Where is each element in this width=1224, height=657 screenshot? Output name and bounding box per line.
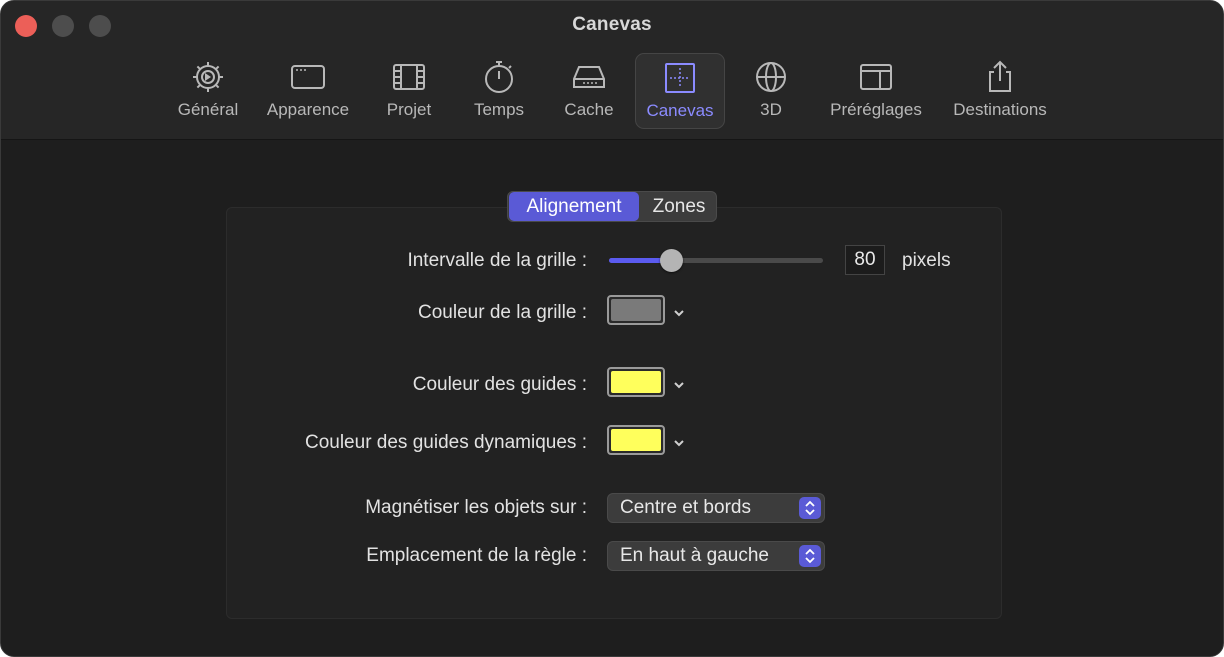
guide-color-fill [611, 371, 661, 393]
tab-label: Cache [564, 100, 614, 119]
snap-objects-value: Centre et bords [620, 497, 751, 518]
chevron-down-icon[interactable] [672, 378, 686, 392]
tab-label: Temps [473, 100, 525, 119]
ruler-location-value: En haut à gauche [620, 545, 769, 566]
segment-zones[interactable]: Zones [642, 192, 716, 221]
dynamic-guide-color-label: Couleur des guides dynamiques : [304, 432, 587, 453]
segment-alignment[interactable]: Alignement [509, 192, 639, 221]
toolbar: Canevas Général Apparence Projet Temps C… [1, 1, 1223, 140]
grid-color-well[interactable] [607, 295, 665, 325]
tab-time[interactable]: Temps [463, 53, 535, 129]
tab-label: Projet [386, 100, 432, 119]
tab-presets[interactable]: Préréglages [821, 53, 931, 129]
canvas-icon [665, 63, 695, 93]
tab-label: Préréglages [830, 100, 922, 119]
updown-arrows-icon [799, 545, 821, 567]
tab-cache[interactable]: Cache [553, 53, 625, 129]
grid-spacing-label: Intervalle de la grille : [407, 250, 587, 271]
dynamic-guide-color-well[interactable] [607, 425, 665, 455]
grid-spacing-slider-thumb[interactable] [660, 249, 684, 272]
snap-objects-label: Magnétiser les objets sur : [365, 497, 587, 518]
tab-appearance[interactable]: Apparence [257, 53, 359, 129]
preferences-window: Canevas Général Apparence Projet Temps C… [0, 0, 1224, 657]
tab-destinations[interactable]: Destinations [943, 53, 1057, 129]
sphere-icon [756, 62, 786, 92]
tab-label: Canevas [646, 101, 714, 120]
presets-icon [860, 64, 892, 90]
tab-label: 3D [760, 100, 782, 119]
ruler-location-popup[interactable]: En haut à gauche [607, 541, 825, 571]
guide-color-label: Couleur des guides : [412, 374, 587, 395]
tab-canvas[interactable]: Canevas [635, 53, 725, 129]
chevron-down-icon[interactable] [672, 306, 686, 320]
tab-label: Destinations [953, 100, 1047, 119]
stopwatch-icon [485, 61, 513, 93]
grid-spacing-field[interactable]: 80 [845, 245, 885, 275]
grid-color-fill [611, 299, 661, 321]
tab-general[interactable]: Général [169, 53, 247, 129]
chevron-down-icon[interactable] [672, 436, 686, 450]
dynamic-guide-color-fill [611, 429, 661, 451]
drive-icon [573, 66, 605, 88]
ruler-location-label: Emplacement de la règle : [366, 545, 587, 566]
share-icon [989, 60, 1011, 92]
tab-label: Apparence [266, 100, 350, 119]
guide-color-well[interactable] [607, 367, 665, 397]
tab-3d[interactable]: 3D [739, 53, 803, 129]
gear-icon [193, 62, 223, 92]
grid-color-label: Couleur de la grille : [418, 302, 587, 323]
window-title: Canevas [572, 14, 652, 35]
window-icon [291, 65, 325, 89]
tab-project[interactable]: Projet [375, 53, 443, 129]
updown-arrows-icon [799, 497, 821, 519]
snap-objects-popup[interactable]: Centre et bords [607, 493, 825, 523]
grid-spacing-unit: pixels [902, 250, 951, 271]
tab-label: Général [177, 100, 239, 119]
segmented-control: Alignement Zones [507, 191, 717, 222]
film-icon [393, 64, 425, 90]
